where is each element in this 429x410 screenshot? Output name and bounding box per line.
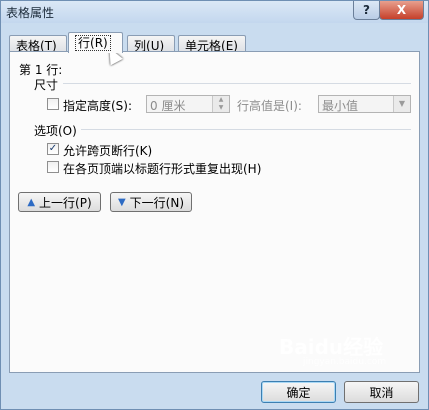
row-height-mode-select[interactable]: 最小值 ▼ [318, 95, 411, 113]
ok-button[interactable]: 确定 [261, 381, 336, 403]
size-group-divider [63, 83, 411, 84]
next-row-label: 下一行(N) [129, 195, 185, 210]
repeat-header-checkbox[interactable] [47, 161, 59, 173]
specify-height-label: 指定高度(S): [63, 99, 133, 113]
height-value: 0 厘米 [150, 99, 186, 113]
height-spin-buttons[interactable]: ▲ ▼ [212, 96, 229, 112]
cancel-label: 取消 [369, 385, 394, 400]
specify-height-checkbox[interactable] [47, 98, 59, 110]
tab-row[interactable]: 行(R) [68, 32, 123, 53]
help-icon: ? [363, 3, 370, 17]
up-arrow-icon: ▲ [27, 196, 36, 208]
close-icon: X [396, 3, 407, 17]
check-mark-icon: ✓ [48, 143, 58, 154]
cancel-button[interactable]: 取消 [344, 381, 419, 403]
spin-up-icon[interactable]: ▲ [213, 96, 229, 104]
table-properties-dialog: 表格属性 ? X 表格(T) 行(R) 列(U) 单元格(E) 第 1 行: 尺… [0, 0, 429, 410]
dialog-title: 表格属性 [6, 6, 55, 20]
height-spin-field[interactable]: 0 厘米 ▲ ▼ [146, 95, 230, 113]
row-height-is-label: 行高值是(I): [237, 99, 302, 113]
tab-row-key: (R) [90, 36, 108, 50]
allow-break-label: 允许跨页断行(K) [63, 144, 153, 158]
previous-row-button[interactable]: ▲ 上一行(P) [18, 192, 101, 212]
size-group-label: 尺寸 [34, 78, 59, 92]
baidu-watermark-url: jingyan.baidu.com [303, 357, 387, 367]
down-arrow-icon: ▼ [117, 196, 126, 208]
title-bar[interactable]: 表格属性 ? X [1, 1, 428, 23]
tab-row-label: 行 [78, 36, 91, 50]
dropdown-arrow-icon[interactable]: ▼ [393, 96, 410, 112]
close-button[interactable]: X [379, 1, 424, 20]
previous-row-label: 上一行(P) [39, 195, 92, 210]
row-height-mode-value: 最小值 [322, 99, 359, 113]
tab-row-focus: 行(R) [75, 35, 111, 51]
spin-down-icon[interactable]: ▼ [213, 104, 229, 112]
next-row-button[interactable]: ▼ 下一行(N) [110, 192, 192, 212]
baidu-watermark: Baidu经验 [279, 335, 384, 359]
options-group-label: 选项(O) [34, 124, 77, 138]
repeat-header-label: 在各页顶端以标题行形式重复出现(H) [63, 162, 262, 176]
allow-break-checkbox[interactable]: ✓ [47, 143, 59, 155]
ok-label: 确定 [286, 385, 311, 400]
help-button[interactable]: ? [353, 1, 380, 20]
options-group-divider [81, 129, 411, 130]
